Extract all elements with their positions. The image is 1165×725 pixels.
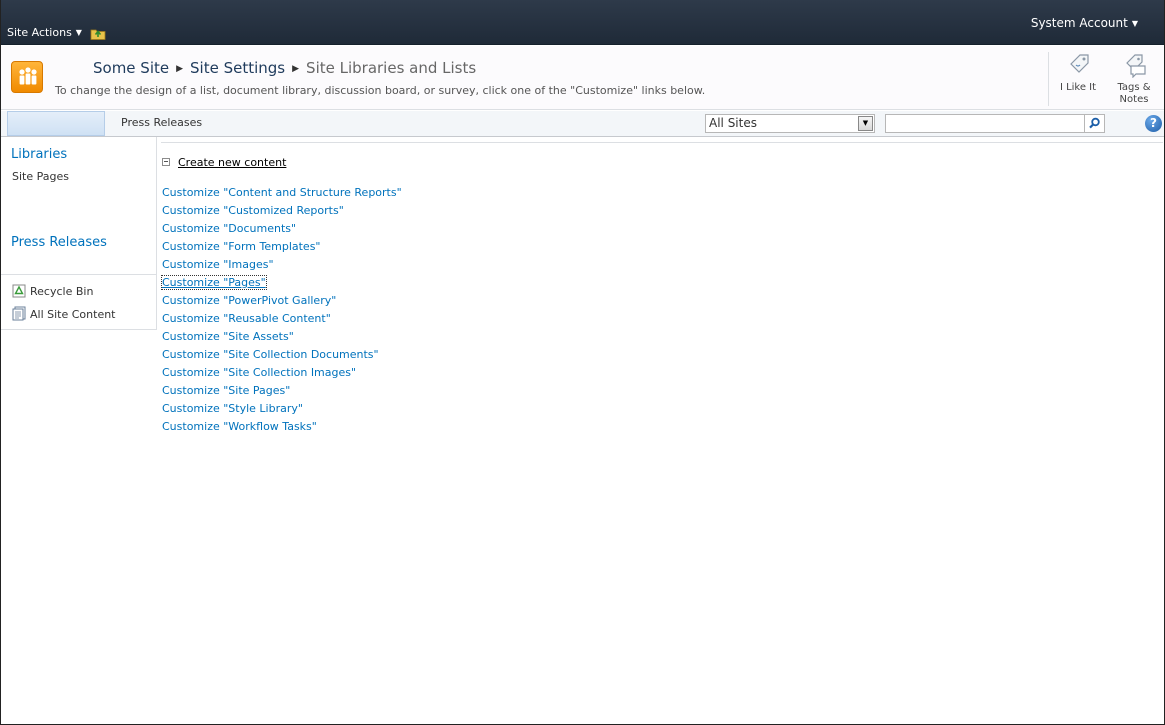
site-actions-label: Site Actions	[7, 26, 72, 39]
navigate-up-icon[interactable]	[90, 26, 106, 40]
list-item: Customize "Pages"	[161, 275, 402, 294]
list-item: Customize "Content and Structure Reports…	[162, 186, 402, 204]
list-item: Customize "Reusable Content"	[162, 312, 402, 330]
all-site-content-icon	[12, 306, 26, 321]
customize-link[interactable]: Customize "Form Templates"	[162, 240, 321, 253]
like-tag-icon	[1070, 54, 1089, 73]
customize-link[interactable]: Customize "Documents"	[162, 222, 296, 235]
list-item: Customize "Site Pages"	[162, 384, 402, 402]
list-item: Customize "Images"	[162, 258, 402, 276]
customize-link[interactable]: Customize "Reusable Content"	[162, 312, 331, 325]
list-item: Customize "PowerPivot Gallery"	[162, 294, 402, 312]
site-logo[interactable]	[11, 61, 43, 93]
quick-launch: Libraries Site Pages Press Releases Recy…	[1, 137, 157, 330]
list-item: Customize "Form Templates"	[162, 240, 402, 258]
breadcrumb-arrow-icon: ▶	[292, 64, 300, 74]
tags-notes-label-2: Notes	[1119, 94, 1149, 105]
customize-link[interactable]: Customize "Site Pages"	[162, 384, 290, 397]
sharepoint-page: Site Actions ▼ System Account ▼ Some Site ▶…	[0, 0, 1165, 725]
recycle-bin-icon	[12, 284, 26, 298]
tags-notes-label-1: Tags &	[1117, 82, 1151, 93]
tags-notes-icon	[1126, 54, 1146, 78]
page-title: Site Libraries and Lists	[306, 59, 477, 77]
customize-link[interactable]: Customize "Workflow Tasks"	[162, 420, 317, 433]
customize-link[interactable]: Customize "Style Library"	[162, 402, 303, 415]
tags-notes-button[interactable]: Tags & Notes	[1111, 50, 1157, 106]
list-item: Customize "Documents"	[162, 222, 402, 240]
topnav-home-tab[interactable]	[7, 111, 105, 136]
divider	[1, 274, 157, 275]
ql-item-site-pages[interactable]: Site Pages	[12, 170, 69, 183]
section-header-create-new-content[interactable]: Create new content	[178, 156, 286, 169]
user-menu[interactable]: System Account ▼	[1031, 16, 1138, 30]
customize-link[interactable]: Customize "Site Collection Images"	[162, 366, 356, 379]
collapse-icon[interactable]	[162, 158, 170, 166]
recycle-bin-label: Recycle Bin	[30, 285, 94, 298]
i-like-it-label: I Like It	[1059, 82, 1097, 93]
customize-link[interactable]: Customize "Images"	[162, 258, 274, 271]
chevron-down-icon: ▼	[75, 28, 82, 37]
customize-link[interactable]: Customize "Customized Reports"	[162, 204, 344, 217]
page-description: To change the design of a list, document…	[55, 84, 706, 97]
chevron-down-icon[interactable]: ▼	[858, 116, 873, 131]
ribbon-bar: Site Actions ▼ System Account ▼	[1, 0, 1164, 45]
breadcrumb-site[interactable]: Some Site	[93, 59, 169, 77]
title-area: Some Site ▶ Site Settings ▶ Site Libraries a…	[1, 46, 1164, 110]
search-button[interactable]	[1085, 114, 1105, 133]
chevron-down-icon: ▼	[1131, 19, 1138, 28]
top-navigation: Press Releases All Sites ▼ ?	[1, 111, 1164, 137]
breadcrumb-arrow-icon: ▶	[176, 64, 184, 74]
divider	[161, 142, 1163, 143]
help-icon[interactable]: ?	[1145, 115, 1162, 132]
customize-links-list: Customize "Content and Structure Reports…	[161, 186, 402, 438]
list-item: Customize "Site Collection Documents"	[162, 348, 402, 366]
list-item: Customize "Site Assets"	[162, 330, 402, 348]
customize-link[interactable]: Customize "Content and Structure Reports…	[162, 186, 402, 199]
breadcrumb-site-settings[interactable]: Site Settings	[190, 59, 285, 77]
list-item: Customize "Workflow Tasks"	[162, 420, 402, 438]
recycle-bin-link[interactable]: Recycle Bin	[12, 284, 93, 298]
customize-link[interactable]: Customize "Pages"	[161, 275, 267, 290]
search-input[interactable]	[885, 114, 1085, 133]
ql-heading-libraries[interactable]: Libraries	[11, 147, 67, 162]
search-scope-value: All Sites	[709, 116, 757, 130]
list-item: Customize "Style Library"	[162, 402, 402, 420]
all-site-content-link[interactable]: All Site Content	[12, 306, 116, 321]
list-item: Customize "Site Collection Images"	[162, 366, 402, 384]
i-like-it-button[interactable]: I Like It	[1057, 50, 1099, 94]
customize-link[interactable]: Customize "PowerPivot Gallery"	[162, 294, 336, 307]
all-site-content-label: All Site Content	[30, 308, 116, 321]
divider	[1048, 52, 1049, 106]
customize-link[interactable]: Customize "Site Assets"	[162, 330, 294, 343]
user-name: System Account	[1030, 16, 1128, 30]
topnav-item-press-releases[interactable]: Press Releases	[121, 116, 202, 129]
breadcrumb: Some Site ▶ Site Settings ▶ Site Libraries a…	[93, 59, 476, 77]
search-icon	[1089, 117, 1100, 129]
customize-link[interactable]: Customize "Site Collection Documents"	[162, 348, 379, 361]
search-scope-select[interactable]: All Sites ▼	[705, 114, 875, 133]
site-actions-menu[interactable]: Site Actions ▼	[7, 26, 82, 39]
ql-heading-press-releases[interactable]: Press Releases	[11, 235, 107, 250]
list-item: Customize "Customized Reports"	[162, 204, 402, 222]
people-icon	[19, 67, 37, 85]
